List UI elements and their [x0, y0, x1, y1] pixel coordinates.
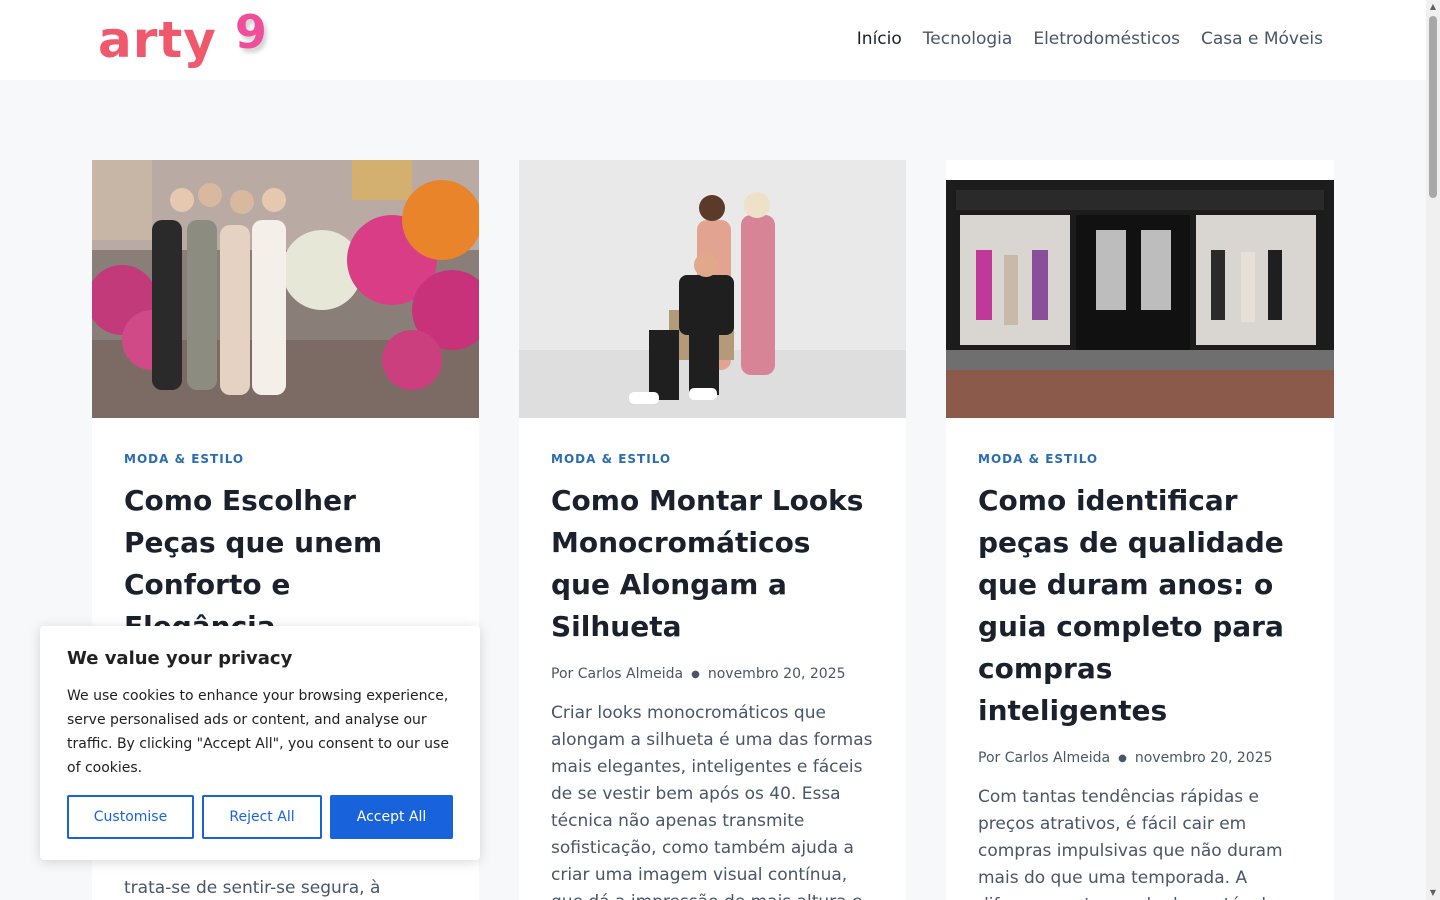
post-title[interactable]: Como Montar Looks Monocromáticos que Alo… — [551, 480, 874, 648]
post-card: MODA & ESTILO Como identificar peças de … — [946, 160, 1334, 900]
nav-item-eletrodomesticos[interactable]: Eletrodomésticos — [1033, 26, 1180, 52]
post-image[interactable] — [519, 160, 906, 418]
customise-button[interactable]: Customise — [67, 795, 194, 839]
scroll-down-arrow-icon[interactable]: ▼ — [1428, 888, 1438, 898]
page-scrollbar[interactable]: ▲ ▼ — [1426, 0, 1440, 900]
post-date: novembro 20, 2025 — [707, 666, 846, 682]
site-header: arty 9 Início Tecnologia Eletrodoméstico… — [0, 0, 1426, 80]
post-title[interactable]: Como Escolher Peças que unem Conforto e … — [124, 480, 447, 648]
post-image[interactable] — [946, 160, 1334, 418]
post-author-prefix: Por — [551, 666, 574, 682]
post-category[interactable]: MODA & ESTILO — [124, 452, 447, 466]
post-title[interactable]: Como identificar peças de qualidade que … — [978, 480, 1302, 732]
post-author-prefix: Por — [978, 750, 1001, 766]
post-category[interactable]: MODA & ESTILO — [978, 452, 1302, 466]
cookie-buttons: Customise Reject All Accept All — [67, 795, 453, 839]
nav-item-tecnologia[interactable]: Tecnologia — [923, 26, 1013, 52]
post-excerpt: Com tantas tendências rápidas e preços a… — [978, 787, 1283, 900]
post-image[interactable] — [92, 160, 479, 418]
cookie-consent-banner: We value your privacy We use cookies to … — [40, 626, 480, 860]
post-meta: Por Carlos Almeida ● novembro 20, 2025 — [978, 750, 1302, 766]
reject-all-button[interactable]: Reject All — [202, 795, 322, 839]
post-date: novembro 20, 2025 — [1134, 750, 1273, 766]
post-excerpt: Criar looks monocromáticos que alongam a… — [551, 703, 873, 900]
meta-separator-icon: ● — [691, 668, 700, 680]
post-meta: Por Carlos Almeida ● novembro 20, 2025 — [551, 666, 874, 682]
nav-item-inicio[interactable]: Início — [857, 26, 902, 52]
accept-all-button[interactable]: Accept All — [330, 795, 453, 839]
post-author[interactable]: Carlos Almeida — [1005, 750, 1110, 766]
post-category[interactable]: MODA & ESTILO — [551, 452, 874, 466]
post-card: MODA & ESTILO Como Montar Looks Monocrom… — [519, 160, 906, 900]
post-author[interactable]: Carlos Almeida — [578, 666, 683, 682]
main-nav: Início Tecnologia Eletrodomésticos Casa … — [857, 26, 1323, 52]
scroll-thumb[interactable] — [1429, 16, 1437, 198]
post-excerpt: trata-se de sentir-se segura, à vontade … — [124, 878, 381, 898]
logo-digit: 9 — [234, 5, 267, 59]
meta-separator-icon: ● — [1118, 752, 1127, 764]
site-logo[interactable]: arty 9 — [98, 6, 267, 70]
nav-item-casa-moveis[interactable]: Casa e Móveis — [1201, 26, 1323, 52]
logo-text: arty — [98, 11, 217, 69]
cookie-text: We use cookies to enhance your browsing … — [67, 688, 449, 776]
scroll-up-arrow-icon[interactable]: ▲ — [1428, 2, 1438, 12]
cookie-title: We value your privacy — [67, 648, 293, 669]
